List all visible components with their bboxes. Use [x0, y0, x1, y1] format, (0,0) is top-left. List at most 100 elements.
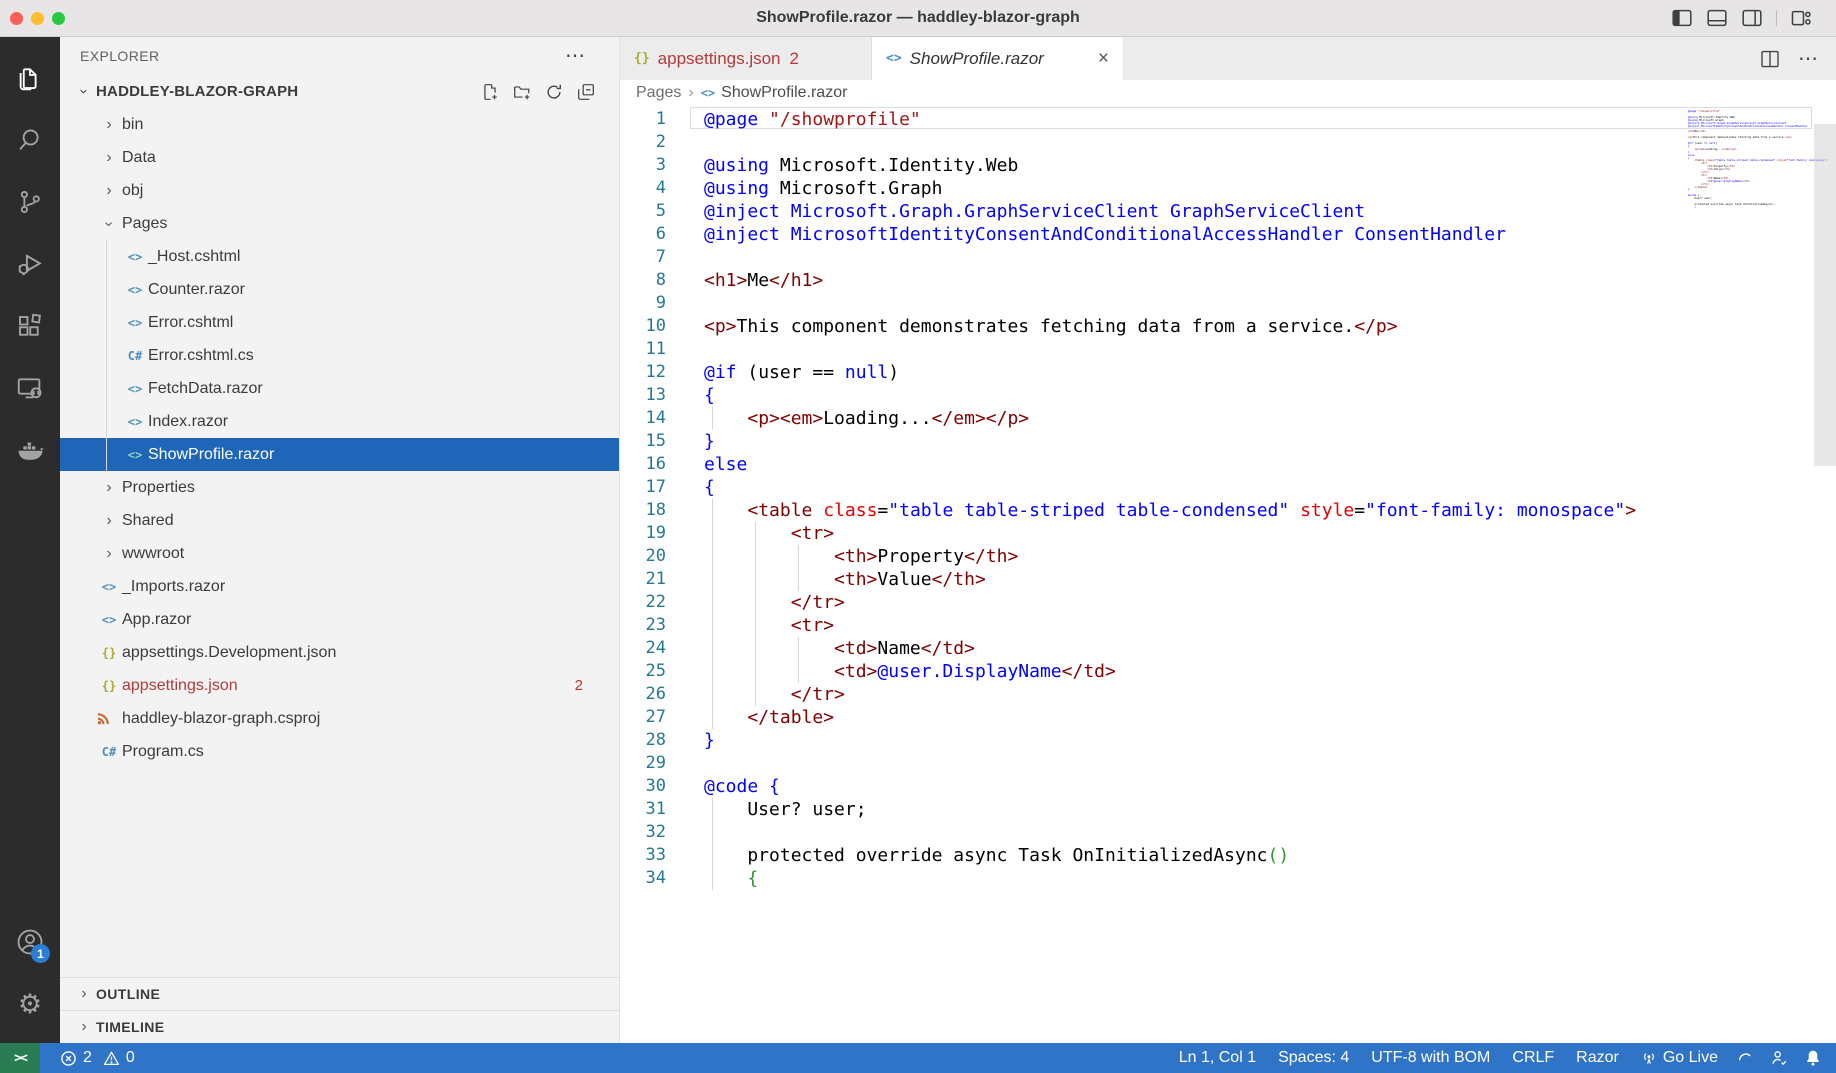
- editor-scrollbar[interactable]: [1814, 124, 1836, 466]
- code-line-11[interactable]: 11: [620, 338, 1836, 361]
- code-line-22[interactable]: 22 </tr>: [620, 591, 1836, 614]
- editor-more-actions-icon[interactable]: ⋯: [1798, 55, 1818, 63]
- code-line-31[interactable]: 31 User? user;: [620, 798, 1836, 821]
- tree-item-program-cs[interactable]: C#Program.cs: [60, 735, 619, 768]
- new-file-icon[interactable]: [481, 83, 499, 101]
- tree-item-appsettings-development-json[interactable]: {}appsettings.Development.json: [60, 636, 619, 669]
- tree-item-pages[interactable]: ›Pages: [60, 207, 619, 240]
- code-line-16[interactable]: 16else: [620, 453, 1836, 476]
- extensions-icon[interactable]: [0, 295, 60, 357]
- tree-item--host-cshtml[interactable]: <>_Host.cshtml: [60, 240, 619, 273]
- code-line-30[interactable]: 30@code {: [620, 775, 1836, 798]
- tree-item-obj[interactable]: ›obj: [60, 174, 619, 207]
- code-editor[interactable]: 1@page "/showprofile"23@using Microsoft.…: [620, 106, 1836, 1043]
- notifications-bell-icon[interactable]: [1796, 1049, 1836, 1067]
- tree-item-error-cshtml[interactable]: <>Error.cshtml: [60, 306, 619, 339]
- accounts-icon[interactable]: 1: [0, 911, 60, 973]
- code-line-1[interactable]: 1@page "/showprofile": [620, 108, 1836, 131]
- timeline-section[interactable]: › TIMELINE: [60, 1010, 619, 1043]
- code-line-33[interactable]: 33 protected override async Task OnIniti…: [620, 844, 1836, 867]
- code-line-25[interactable]: 25 <td>@user.DisplayName</td>: [620, 660, 1836, 683]
- split-editor-icon[interactable]: [1760, 49, 1780, 69]
- tree-item--imports-razor[interactable]: <>_Imports.razor: [60, 570, 619, 603]
- new-folder-icon[interactable]: [513, 83, 531, 101]
- code-line-20[interactable]: 20 <th>Property</th>: [620, 545, 1836, 568]
- code-line-3[interactable]: 3@using Microsoft.Identity.Web: [620, 154, 1836, 177]
- toggle-panel-icon[interactable]: [1706, 7, 1728, 29]
- settings-gear-icon[interactable]: ⚙: [0, 973, 60, 1035]
- tab-appsettings-json[interactable]: {} appsettings.json 2: [620, 37, 872, 80]
- code-line-12[interactable]: 12@if (user == null): [620, 361, 1836, 384]
- run-debug-icon[interactable]: [0, 233, 60, 295]
- remote-indicator[interactable]: ><: [0, 1043, 40, 1073]
- code-line-7[interactable]: 7: [620, 246, 1836, 269]
- maximize-window-button[interactable]: [52, 12, 65, 25]
- code-line-29[interactable]: 29: [620, 752, 1836, 775]
- encoding-status[interactable]: UTF-8 with BOM: [1360, 1049, 1501, 1067]
- explorer-more-actions-icon[interactable]: ⋯: [565, 51, 585, 61]
- docker-icon[interactable]: [0, 419, 60, 481]
- explorer-icon[interactable]: [0, 47, 60, 109]
- code-line-34[interactable]: 34 {: [620, 867, 1836, 890]
- code-line-27[interactable]: 27 </table>: [620, 706, 1836, 729]
- code-line-13[interactable]: 13{: [620, 384, 1836, 407]
- tree-item-haddley-blazor-graph-csproj[interactable]: haddley-blazor-graph.csproj: [60, 702, 619, 735]
- code-line-8[interactable]: 8<h1>Me</h1>: [620, 269, 1836, 292]
- remote-explorer-icon[interactable]: [0, 357, 60, 419]
- code-line-28[interactable]: 28}: [620, 729, 1836, 752]
- tree-item-counter-razor[interactable]: <>Counter.razor: [60, 273, 619, 306]
- code-line-2[interactable]: 2: [620, 131, 1836, 154]
- minimap[interactable]: @page "/showprofile" @using Microsoft.Id…: [1688, 110, 1810, 209]
- project-section-header[interactable]: › HADDLEY-BLAZOR-GRAPH: [60, 75, 619, 108]
- language-mode-status[interactable]: Razor: [1565, 1049, 1630, 1067]
- toggle-secondary-sidebar-icon[interactable]: [1741, 7, 1763, 29]
- tree-item-appsettings-json[interactable]: {}appsettings.json2: [60, 669, 619, 702]
- tree-item-error-cshtml-cs[interactable]: C#Error.cshtml.cs: [60, 339, 619, 372]
- code-lines[interactable]: 1@page "/showprofile"23@using Microsoft.…: [620, 108, 1836, 890]
- problems-status[interactable]: 2 0: [40, 1049, 135, 1067]
- code-line-19[interactable]: 19 <tr>: [620, 522, 1836, 545]
- code-line-4[interactable]: 4@using Microsoft.Graph: [620, 177, 1836, 200]
- tree-item-wwwroot[interactable]: ›wwwroot: [60, 537, 619, 570]
- code-line-32[interactable]: 32: [620, 821, 1836, 844]
- tree-item-bin[interactable]: ›bin: [60, 108, 619, 141]
- code-line-26[interactable]: 26 </tr>: [620, 683, 1836, 706]
- breadcrumb-file[interactable]: ShowProfile.razor: [721, 84, 847, 102]
- code-line-14[interactable]: 14 <p><em>Loading...</em></p>: [620, 407, 1836, 430]
- spinner-arc-icon[interactable]: [1729, 1050, 1762, 1067]
- code-line-10[interactable]: 10<p>This component demonstrates fetchin…: [620, 315, 1836, 338]
- code-line-24[interactable]: 24 <td>Name</td>: [620, 637, 1836, 660]
- tree-item-app-razor[interactable]: <>App.razor: [60, 603, 619, 636]
- code-line-21[interactable]: 21 <th>Value</th>: [620, 568, 1836, 591]
- eol-status[interactable]: CRLF: [1501, 1049, 1565, 1067]
- close-window-button[interactable]: [10, 12, 23, 25]
- tree-item-properties[interactable]: ›Properties: [60, 471, 619, 504]
- search-icon[interactable]: [0, 109, 60, 171]
- tab-showprofile-razor[interactable]: <> ShowProfile.razor ×: [872, 37, 1124, 80]
- code-line-9[interactable]: 9: [620, 292, 1836, 315]
- code-line-5[interactable]: 5@inject Microsoft.Graph.GraphServiceCli…: [620, 200, 1836, 223]
- toggle-primary-sidebar-icon[interactable]: [1671, 7, 1693, 29]
- breadcrumb-folder[interactable]: Pages: [636, 84, 681, 102]
- go-live-button[interactable]: Go Live: [1630, 1049, 1729, 1067]
- outline-section[interactable]: › OUTLINE: [60, 977, 619, 1010]
- cursor-position-status[interactable]: Ln 1, Col 1: [1168, 1049, 1267, 1067]
- minimize-window-button[interactable]: [31, 12, 44, 25]
- tree-item-shared[interactable]: ›Shared: [60, 504, 619, 537]
- close-tab-icon[interactable]: ×: [1084, 48, 1109, 70]
- customize-layout-icon[interactable]: [1790, 7, 1812, 29]
- code-line-17[interactable]: 17{: [620, 476, 1836, 499]
- code-line-18[interactable]: 18 <table class="table table-striped tab…: [620, 499, 1836, 522]
- code-line-6[interactable]: 6@inject MicrosoftIdentityConsentAndCond…: [620, 223, 1836, 246]
- collapse-folders-icon[interactable]: [577, 83, 595, 101]
- tree-item-data[interactable]: ›Data: [60, 141, 619, 174]
- source-control-icon[interactable]: [0, 171, 60, 233]
- code-line-23[interactable]: 23 <tr>: [620, 614, 1836, 637]
- tree-item-showprofile-razor[interactable]: <>ShowProfile.razor: [60, 438, 619, 471]
- code-line-15[interactable]: 15}: [620, 430, 1836, 453]
- refresh-icon[interactable]: [545, 83, 563, 101]
- person-check-icon[interactable]: [1762, 1049, 1796, 1067]
- tree-item-index-razor[interactable]: <>Index.razor: [60, 405, 619, 438]
- indentation-status[interactable]: Spaces: 4: [1267, 1049, 1360, 1067]
- tree-item-fetchdata-razor[interactable]: <>FetchData.razor: [60, 372, 619, 405]
